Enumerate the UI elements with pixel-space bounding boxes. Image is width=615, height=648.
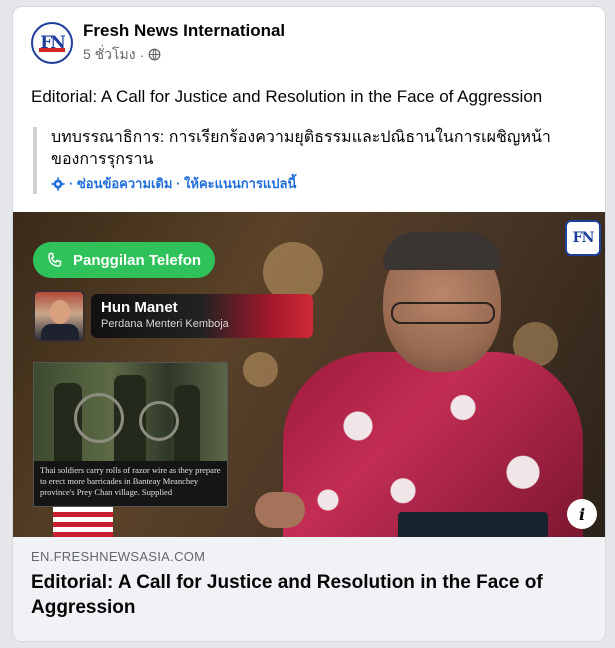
call-label: Panggilan Telefon xyxy=(73,251,202,269)
page-avatar[interactable]: FN xyxy=(31,22,73,64)
speaking-man xyxy=(255,232,583,537)
batik-shirt xyxy=(283,352,583,537)
inset-news-photo: Thai soldiers carry rolls of razor wire … xyxy=(33,362,228,507)
caller-name: Hun Manet xyxy=(101,299,178,316)
razor-wire-roll xyxy=(139,401,179,441)
post-timestamp[interactable]: 5 ชั่วโมง xyxy=(83,44,136,66)
translation-block: บทบรรณาธิการ: การเรียกร้องความยุติธรรมแล… xyxy=(33,127,573,194)
fresh-news-logo: FN xyxy=(565,220,601,256)
man-hair xyxy=(383,232,501,270)
header-text: Fresh News International 5 ชั่วโมง · xyxy=(83,21,285,66)
caller-face xyxy=(50,300,70,324)
translated-text: บทบรรณาธิการ: การเรียกร้องความยุติธรรมแล… xyxy=(51,129,551,168)
info-button[interactable]: i xyxy=(567,499,597,529)
news-photo-caption: Thai soldiers carry rolls of razor wire … xyxy=(34,461,227,506)
caller-suit xyxy=(41,324,79,340)
link-title[interactable]: Editorial: A Call for Justice and Resolu… xyxy=(31,570,589,620)
flag-stripes xyxy=(53,502,113,537)
laptop xyxy=(398,512,548,537)
man-hand xyxy=(255,492,305,528)
meta-separator: · xyxy=(139,46,145,63)
translation-links[interactable]: · ซ่อนข้อความเดิม · ให้คะแนนการแปลนี้ xyxy=(69,173,296,194)
avatar-logo-text: FN xyxy=(40,33,66,53)
glasses xyxy=(391,302,495,324)
bokeh-light xyxy=(243,352,278,387)
post-message: Editorial: A Call for Justice and Resolu… xyxy=(31,87,543,106)
link-domain: EN.FRESHNEWSASIA.COM xyxy=(31,549,206,564)
gear-icon[interactable] xyxy=(51,176,65,191)
link-preview-image[interactable]: Panggilan Telefon Hun Manet Perdana Ment… xyxy=(13,212,605,537)
page-name[interactable]: Fresh News International xyxy=(83,21,285,41)
phone-call-pill: Panggilan Telefon xyxy=(33,242,215,278)
caller-card: Hun Manet Perdana Menteri Kemboja xyxy=(33,290,313,342)
logo-text: FN xyxy=(572,230,595,246)
post-header: FN Fresh News International 5 ชั่วโมง · xyxy=(31,21,285,65)
phone-icon xyxy=(48,252,62,267)
globe-icon xyxy=(148,48,161,61)
caller-role: Perdana Menteri Kemboja xyxy=(101,318,229,330)
link-footer[interactable]: EN.FRESHNEWSASIA.COM Editorial: A Call f… xyxy=(13,537,605,641)
razor-wire-roll xyxy=(74,393,124,443)
post-card: FN Fresh News International 5 ชั่วโมง · … xyxy=(12,6,606,642)
soldiers-scene xyxy=(34,363,227,463)
translation-actions: · ซ่อนข้อความเดิม · ให้คะแนนการแปลนี้ xyxy=(51,173,573,194)
caller-photo xyxy=(33,290,85,342)
post-meta: 5 ชั่วโมง · xyxy=(83,44,285,66)
caller-info: Hun Manet Perdana Menteri Kemboja xyxy=(91,294,313,338)
